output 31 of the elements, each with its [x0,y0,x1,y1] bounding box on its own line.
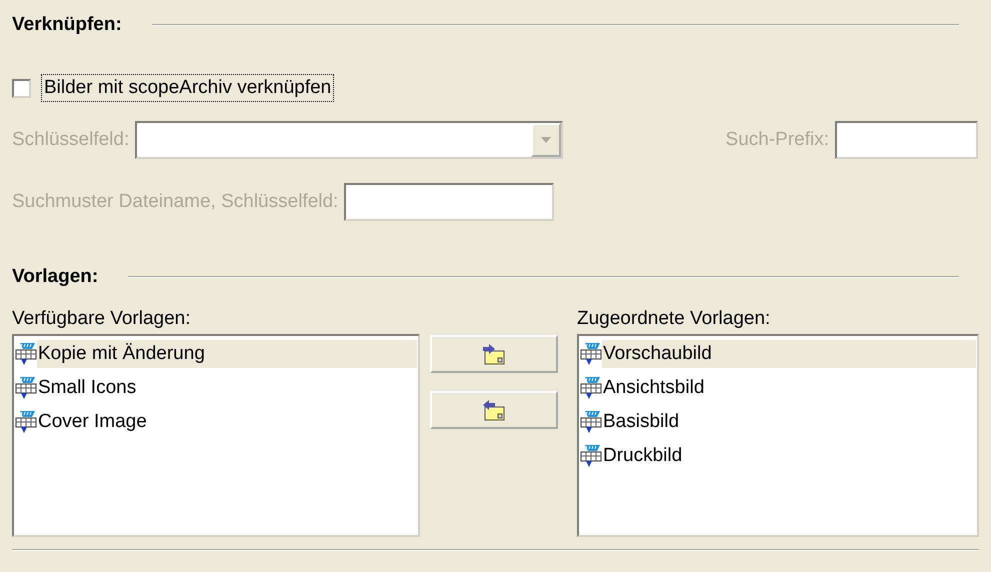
template-icon [580,376,602,400]
template-icon [580,410,602,434]
list-item[interactable]: Druckbild [602,442,690,470]
template-icon [15,342,37,366]
list-item[interactable]: Cover Image [37,408,155,436]
list-item[interactable]: Kopie mit Änderung [37,340,417,368]
list-item[interactable]: Small Icons [37,374,144,402]
remove-button[interactable] [430,391,558,429]
list-item[interactable]: Basisbild [602,408,688,436]
dropdown-field[interactable] [135,121,564,159]
checkbox-label[interactable]: Bilder mit scopeArchiv verknüpfen [41,74,334,102]
checkbox[interactable] [12,78,31,98]
template-icon [15,376,37,400]
template-icon [580,342,602,366]
template-icon [580,444,602,468]
field-label: Schlüsselfeld: [12,129,130,151]
input-field[interactable] [835,121,978,159]
add-button[interactable] [430,335,558,373]
list-item[interactable]: Ansichtsbild [602,374,712,402]
template-icon [15,410,37,434]
dropdown-arrow-icon [541,137,552,143]
field-label: Such-Prefix: [726,129,829,151]
field-label: Suchmuster Dateiname, Schlüsselfeld: [12,191,338,213]
list-label: Zugeordnete Vorlagen: [577,307,772,331]
section-heading: Verknüpfen: [12,14,122,36]
list-label: Verfügbare Vorlagen: [12,307,192,331]
section-heading: Vorlagen: [12,266,98,288]
arrow-out-of-folder-icon [482,399,506,421]
input-field[interactable] [344,183,554,221]
list-item[interactable]: Vorschaubild [602,340,976,368]
arrow-into-folder-icon [482,343,506,365]
